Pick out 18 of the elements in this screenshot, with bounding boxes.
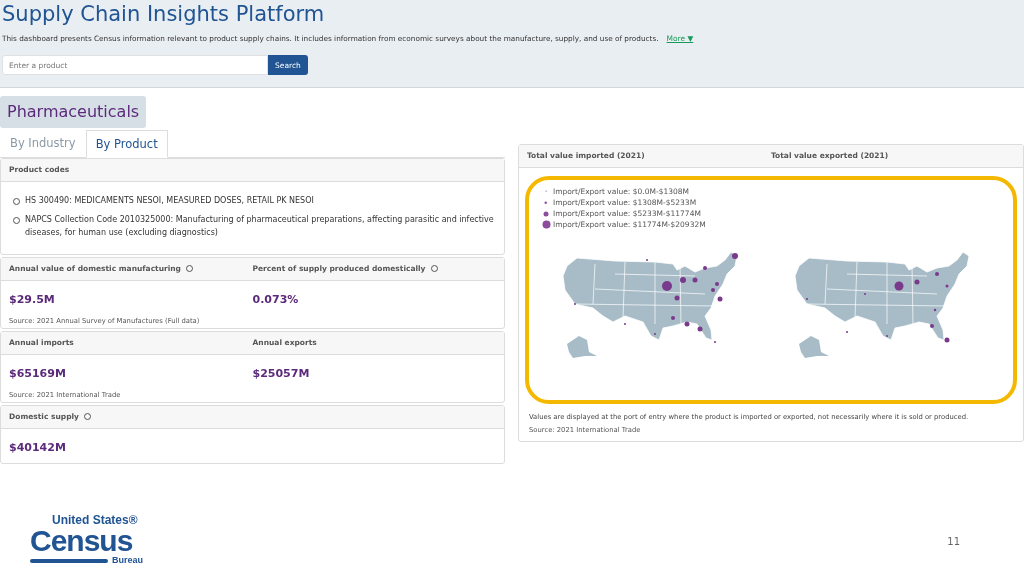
logo-text: Bureau: [112, 556, 143, 566]
metric-value: 0.073%: [252, 292, 300, 309]
legend-dot: [541, 220, 551, 229]
page-number: 11: [947, 535, 960, 550]
metric-value: $25057M: [252, 366, 311, 383]
logo-text: Census: [30, 526, 133, 557]
metric-value: $65169M: [9, 366, 67, 383]
product-heading: Pharmaceuticals: [0, 96, 147, 128]
page-title: Supply Chain Insights Platform: [2, 2, 326, 28]
tab[interactable]: By Product: [85, 130, 168, 159]
logo-text: United States®: [52, 514, 139, 527]
code-text: NAPCS Collection Code 2010325000: Manufacturing of pharmaceutical preparations, affecting parasitic and infective diseases, for human use (excluding diagnostics): [25, 214, 495, 239]
legend-dot: [544, 190, 548, 193]
metric-value: $29.5M: [9, 292, 56, 309]
legend-dot: [543, 210, 549, 217]
metric-value: $40142M: [9, 440, 67, 457]
code-text: HS 300490: MEDICAMENTS NESOI, MEASURED DOSES, RETAIL PK NESOI: [25, 195, 314, 208]
legend-dot: [544, 200, 548, 205]
